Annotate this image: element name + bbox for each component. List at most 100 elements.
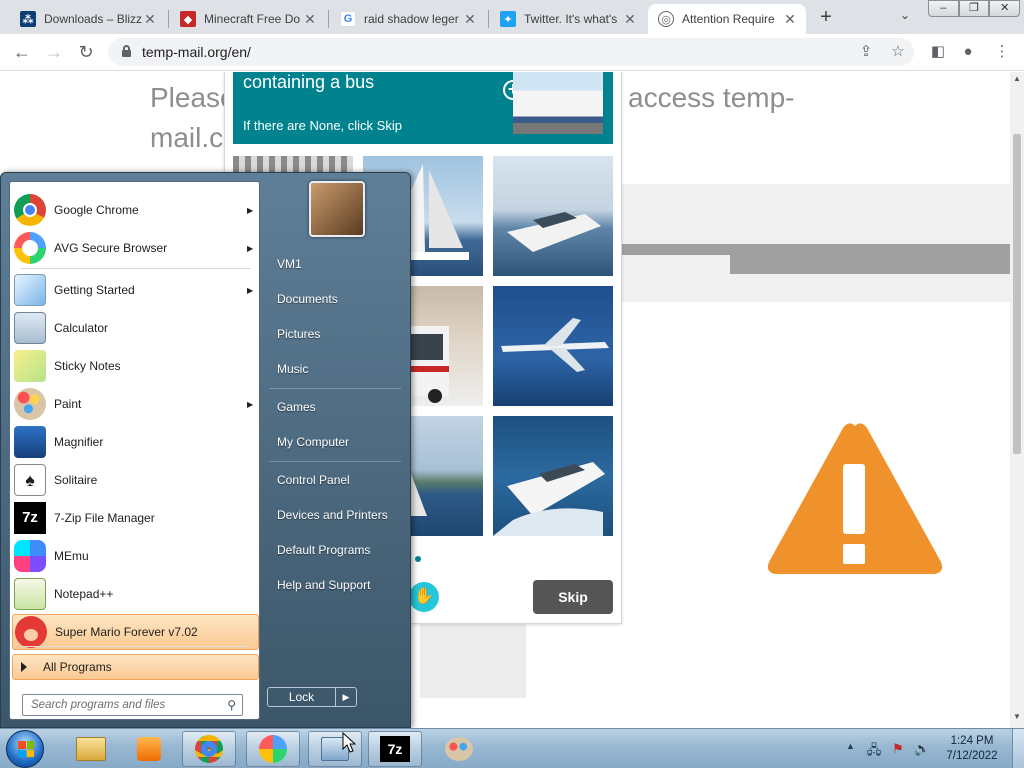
taskbar-explorer[interactable] bbox=[64, 731, 118, 767]
vertical-scrollbar[interactable]: ▲ ▼ bbox=[1010, 72, 1024, 728]
start-link-games[interactable]: Games bbox=[269, 392, 403, 422]
back-button[interactable]: ← bbox=[10, 40, 34, 64]
close-icon[interactable]: ✕ bbox=[782, 11, 798, 28]
minimize-button[interactable]: – bbox=[928, 0, 959, 17]
globe-icon: ◎ bbox=[658, 11, 674, 27]
window-controls: – ❐ ✕ bbox=[928, 0, 1021, 18]
start-link-pictures[interactable]: Pictures bbox=[269, 319, 403, 349]
close-icon[interactable]: ✕ bbox=[302, 11, 318, 28]
show-desktop-button[interactable] bbox=[1012, 729, 1024, 768]
share-icon[interactable]: ⇪ bbox=[856, 42, 876, 62]
tab-minecraft[interactable]: ◆ Minecraft Free Do ✕ bbox=[170, 4, 326, 34]
start-link-music[interactable]: Music bbox=[269, 354, 403, 384]
all-programs-button[interactable]: All Programs bbox=[12, 654, 259, 680]
program-notepad-plus-plus[interactable]: Notepad++ bbox=[12, 576, 259, 612]
avg-browser-icon bbox=[259, 735, 287, 763]
media-player-icon bbox=[137, 737, 161, 761]
speedboat-icon bbox=[507, 212, 601, 252]
start-link-devices-and-printers[interactable]: Devices and Printers bbox=[269, 500, 403, 530]
solitaire-icon: ♠ bbox=[14, 464, 46, 496]
side-panel-icon[interactable]: ◧ bbox=[928, 42, 948, 62]
program-label: AVG Secure Browser bbox=[54, 241, 168, 255]
program-calculator[interactable]: Calculator bbox=[12, 310, 259, 346]
skip-button[interactable]: Skip bbox=[533, 580, 613, 614]
chrome-icon bbox=[14, 194, 46, 226]
program-avg-secure-browser[interactable]: AVG Secure Browser ▶ bbox=[12, 230, 259, 266]
shutdown-options-arrow-icon[interactable]: ▶ bbox=[336, 688, 356, 706]
program-paint[interactable]: Paint ▶ bbox=[12, 386, 259, 422]
captcha-image-airplane[interactable] bbox=[493, 286, 613, 406]
captcha-image-yacht[interactable] bbox=[493, 416, 613, 536]
notepadpp-icon bbox=[14, 578, 46, 610]
browser-tab-strip: ⁂ Downloads – Blizz ✕ ◆ Minecraft Free D… bbox=[0, 0, 1024, 34]
taskbar-avg-browser[interactable] bbox=[246, 731, 300, 767]
program-sticky-notes[interactable]: Sticky Notes bbox=[12, 348, 259, 384]
program-getting-started[interactable]: Getting Started ▶ bbox=[12, 272, 259, 308]
tab-downloads-blizzard[interactable]: ⁂ Downloads – Blizz ✕ bbox=[10, 4, 166, 34]
scroll-down-arrow-icon[interactable]: ▼ bbox=[1010, 712, 1024, 721]
captcha-image-speedboat[interactable] bbox=[493, 156, 613, 276]
taskbar-paint[interactable] bbox=[432, 731, 486, 767]
close-icon[interactable]: ✕ bbox=[622, 11, 638, 28]
tab-twitter[interactable]: ✦ Twitter. It's what's ✕ bbox=[490, 4, 646, 34]
pagination-dot[interactable] bbox=[415, 556, 421, 562]
menu-kebab-icon[interactable]: ⋮ bbox=[992, 42, 1012, 62]
getting-started-icon bbox=[14, 274, 46, 306]
program-solitaire[interactable]: ♠ Solitaire bbox=[12, 462, 259, 498]
search-icon[interactable]: ⚲ bbox=[227, 698, 236, 712]
start-link-my-computer[interactable]: My Computer bbox=[269, 427, 403, 457]
forward-button[interactable]: → bbox=[42, 40, 66, 64]
program-super-mario-forever[interactable]: Super Mario Forever v7.02 bbox=[12, 614, 259, 650]
start-link-vm1[interactable]: VM1 bbox=[269, 249, 403, 279]
submenu-arrow-icon: ▶ bbox=[247, 205, 254, 215]
taskbar-media-player[interactable] bbox=[122, 731, 176, 767]
address-bar[interactable]: temp-mail.org/en/ ⇪ ☆ bbox=[108, 38, 914, 66]
action-center-flag-icon[interactable]: ⚑ bbox=[890, 741, 906, 756]
restore-button[interactable]: ❐ bbox=[958, 0, 990, 17]
tab-attention-required[interactable]: ◎ Attention Require ✕ bbox=[648, 4, 806, 34]
show-hidden-icons-arrow-icon[interactable]: ▲ bbox=[846, 741, 855, 751]
divider bbox=[20, 646, 251, 647]
headline-text: access temp- bbox=[628, 82, 795, 113]
submenu-arrow-icon: ▶ bbox=[247, 399, 254, 409]
google-icon: G bbox=[340, 11, 356, 27]
window-close-button[interactable]: ✕ bbox=[989, 0, 1021, 17]
program-google-chrome[interactable]: Google Chrome ▶ bbox=[12, 192, 259, 228]
program-label: Getting Started bbox=[54, 283, 135, 297]
bookmark-star-icon[interactable]: ☆ bbox=[888, 42, 908, 62]
start-link-control-panel[interactable]: Control Panel bbox=[269, 465, 403, 495]
tab-search-chevron-icon[interactable]: ⌄ bbox=[896, 8, 914, 26]
profile-avatar-icon[interactable]: ● bbox=[958, 42, 978, 62]
program-label: Paint bbox=[54, 397, 82, 411]
scrollbar-thumb[interactable] bbox=[1013, 134, 1021, 454]
scroll-up-arrow-icon[interactable]: ▲ bbox=[1010, 74, 1024, 83]
start-button[interactable] bbox=[6, 730, 44, 768]
divider bbox=[20, 268, 251, 269]
program-memu[interactable]: MEmu bbox=[12, 538, 259, 574]
close-icon[interactable]: ✕ bbox=[142, 11, 158, 28]
volume-icon[interactable]: 🔈 bbox=[914, 741, 930, 756]
start-link-documents[interactable]: Documents bbox=[269, 284, 403, 314]
taskbar-chrome[interactable] bbox=[182, 731, 236, 767]
search-placeholder: Search programs and files bbox=[31, 699, 166, 711]
blizzard-icon: ⁂ bbox=[20, 11, 36, 27]
lock-button[interactable]: Lock bbox=[268, 688, 336, 706]
start-search-input[interactable]: Search programs and files ⚲ bbox=[22, 694, 243, 716]
warning-triangle-icon bbox=[767, 423, 943, 574]
user-avatar[interactable] bbox=[309, 181, 365, 237]
new-tab-button[interactable]: + bbox=[814, 6, 838, 30]
reload-button[interactable]: ↻ bbox=[74, 40, 98, 64]
tab-raid-shadow-legends[interactable]: G raid shadow leger ✕ bbox=[330, 4, 486, 34]
program-magnifier[interactable]: Magnifier bbox=[12, 424, 259, 460]
program-label: Solitaire bbox=[54, 473, 98, 487]
taskbar-7zip[interactable]: 7z bbox=[368, 731, 422, 767]
start-link-default-programs[interactable]: Default Programs bbox=[269, 535, 403, 565]
lock-icon[interactable] bbox=[122, 45, 131, 57]
network-icon[interactable]: 🖧 bbox=[866, 741, 882, 757]
start-link-help-and-support[interactable]: Help and Support bbox=[269, 570, 403, 600]
url-text[interactable]: temp-mail.org/en/ bbox=[142, 44, 251, 60]
program-7-zip[interactable]: 7z 7-Zip File Manager bbox=[12, 500, 259, 536]
lock-button-group: Lock ▶ bbox=[267, 687, 357, 707]
clock[interactable]: 1:24 PM 7/12/2022 bbox=[934, 734, 1010, 764]
close-icon[interactable]: ✕ bbox=[462, 11, 478, 28]
